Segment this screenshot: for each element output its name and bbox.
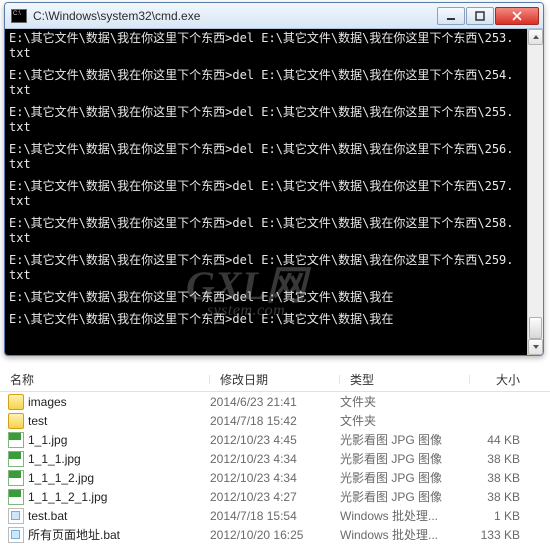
console-line: E:\其它文件\数据\我在你这里下个东西>del E:\其它文件\数据\我在你这… [9,216,523,231]
titlebar[interactable]: C:\Windows\system32\cmd.exe [5,3,543,29]
file-row[interactable]: images 2014/6/23 21:41文件夹 [0,392,550,411]
file-type: Windows 批处理... [340,507,470,524]
bat-icon [8,508,24,524]
file-size: 44 KB [470,433,530,447]
file-type: Windows 批处理... [340,526,470,543]
column-size[interactable]: 大小 [470,371,530,388]
console-line: txt [9,194,523,209]
file-type: 文件夹 [340,412,470,429]
console-output[interactable]: E:\其它文件\数据\我在你这里下个东西>del E:\其它文件\数据\我在你这… [5,29,527,355]
file-row[interactable]: 1_1_1_2_1.jpg 2012/10/23 4:27光影看图 JPG 图像3… [0,487,550,506]
file-type: 光影看图 JPG 图像 [340,450,470,467]
file-name: 1_1.jpg [28,433,67,447]
file-name: 1_1_1_2.jpg [28,471,94,485]
file-name: images [28,395,67,409]
file-row[interactable]: 1_1_1.jpg 2012/10/23 4:34光影看图 JPG 图像38 KB [0,449,550,468]
console-line: E:\其它文件\数据\我在你这里下个东西>del E:\其它文件\数据\我在你这… [9,105,523,120]
file-size: 38 KB [470,452,530,466]
file-name: test.bat [28,509,67,523]
file-date: 2014/6/23 21:41 [210,395,340,409]
file-date: 2012/10/23 4:27 [210,490,340,504]
scroll-down-button[interactable] [528,339,543,355]
console-line: txt [9,157,523,172]
window-title: C:\Windows\system32\cmd.exe [33,9,437,23]
console-line: E:\其它文件\数据\我在你这里下个东西>del E:\其它文件\数据\我在 [9,290,523,305]
folder-icon [8,413,24,429]
maximize-button[interactable] [466,7,494,25]
jpg-icon [8,451,24,467]
bat-icon [8,527,24,543]
scroll-up-button[interactable] [528,29,543,45]
file-date: 2012/10/20 16:25 [210,528,340,542]
file-row[interactable]: test 2014/7/18 15:42文件夹 [0,411,550,430]
console-line: txt [9,46,523,61]
minimize-button[interactable] [437,7,465,25]
column-headers[interactable]: 名称 修改日期 类型 大小 [0,368,550,392]
file-row[interactable]: test.bat 2014/7/18 15:54Windows 批处理...1 K… [0,506,550,525]
console-line: txt [9,231,523,246]
jpg-icon [8,432,24,448]
console-line: txt [9,268,523,283]
file-date: 2014/7/18 15:54 [210,509,340,523]
file-row[interactable]: 1_1.jpg 2012/10/23 4:45光影看图 JPG 图像44 KB [0,430,550,449]
close-button[interactable] [495,7,539,25]
file-size: 133 KB [470,528,530,542]
console-line: E:\其它文件\数据\我在你这里下个东西>del E:\其它文件\数据\我在你这… [9,68,523,83]
file-type: 文件夹 [340,393,470,410]
file-name: 1_1_1_2_1.jpg [28,490,107,504]
file-size: 1 KB [470,509,530,523]
file-date: 2012/10/23 4:45 [210,433,340,447]
jpg-icon [8,470,24,486]
folder-icon [8,394,24,410]
console-line: E:\其它文件\数据\我在你这里下个东西>del E:\其它文件\数据\我在你这… [9,31,523,46]
scrollbar[interactable] [527,29,543,355]
file-name: test [28,414,47,428]
scroll-thumb[interactable] [529,317,542,339]
console-line: E:\其它文件\数据\我在你这里下个东西>del E:\其它文件\数据\我在你这… [9,142,523,157]
console-line: E:\其它文件\数据\我在你这里下个东西>del E:\其它文件\数据\我在 [9,312,523,327]
scroll-track[interactable] [528,45,543,339]
file-date: 2012/10/23 4:34 [210,452,340,466]
column-date[interactable]: 修改日期 [210,371,340,388]
file-row[interactable]: 所有页面地址.bat 2012/10/20 16:25Windows 批处理...… [0,525,550,544]
file-name: 1_1_1.jpg [28,452,81,466]
file-type: 光影看图 JPG 图像 [340,469,470,486]
window-buttons [437,7,539,25]
file-size: 38 KB [470,490,530,504]
file-size: 38 KB [470,471,530,485]
file-type: 光影看图 JPG 图像 [340,488,470,505]
console-line: txt [9,83,523,98]
file-list: images 2014/6/23 21:41文件夹 test 2014/7/18 15… [0,392,550,544]
file-type: 光影看图 JPG 图像 [340,431,470,448]
file-name: 所有页面地址.bat [28,526,120,543]
console-line: txt [9,120,523,135]
cmd-window: C:\Windows\system32\cmd.exe E:\其它文件\数据\我… [4,2,544,356]
jpg-icon [8,489,24,505]
column-type[interactable]: 类型 [340,371,470,388]
cmd-icon [11,9,27,23]
file-date: 2012/10/23 4:34 [210,471,340,485]
explorer-pane: 名称 修改日期 类型 大小 images2014/6/23 21:41文件夹te… [0,368,550,544]
file-row[interactable]: 1_1_1_2.jpg 2012/10/23 4:34光影看图 JPG 图像38 … [0,468,550,487]
file-date: 2014/7/18 15:42 [210,414,340,428]
console-line: E:\其它文件\数据\我在你这里下个东西>del E:\其它文件\数据\我在你这… [9,179,523,194]
console-line: E:\其它文件\数据\我在你这里下个东西>del E:\其它文件\数据\我在你这… [9,253,523,268]
column-name[interactable]: 名称 [0,371,210,388]
